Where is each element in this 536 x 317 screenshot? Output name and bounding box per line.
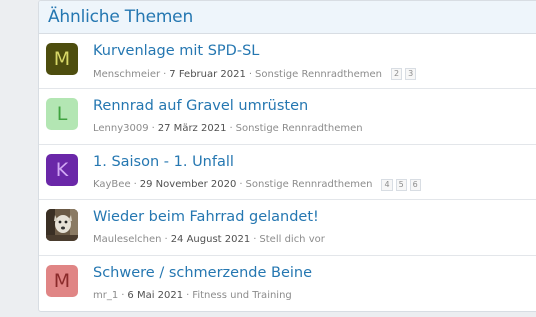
dog-photo-icon [46,209,78,242]
thread-date[interactable]: 27 März 2021 [158,123,227,134]
avatar-letter: M [53,48,71,70]
meta-separator: · [133,179,137,191]
page-link[interactable]: 2 [391,68,403,80]
avatar[interactable]: M [46,264,78,297]
thread-meta: mr_1 · 6 Mai 2021 · Fitness und Training [93,290,292,301]
meta-separator: · [229,123,233,135]
page-jump-links: 4 5 6 [381,178,421,191]
avatar[interactable]: K [46,153,78,186]
thread-meta: Lenny3009 · 27 März 2021 · Sonstige Renn… [93,123,363,134]
meta-separator: · [253,234,257,246]
thread-date[interactable]: 24 August 2021 [171,234,251,245]
thread-row: M Schwere / schmerzende Beine mr_1 · 6 M… [39,256,536,311]
meta-separator: · [186,289,190,301]
meta-separator: · [121,289,125,301]
thread-forum-link[interactable]: Fitness und Training [192,290,291,301]
thread-title-link[interactable]: Rennrad auf Gravel umrüsten [93,98,308,114]
thread-author-link[interactable]: Menschmeier [93,69,160,80]
section-title: Ähnliche Themen [39,1,536,34]
page-link[interactable]: 3 [405,68,417,80]
page-link[interactable]: 5 [395,178,407,191]
meta-separator: · [239,179,243,191]
thread-row: Wieder beim Fahrrad gelandet! Mauleselch… [39,200,536,256]
thread-row: M Kurvenlage mit SPD-SL Menschmeier · 7 … [39,34,536,90]
thread-title-link[interactable]: Wieder beim Fahrrad gelandet! [93,209,319,225]
thread-date[interactable]: 29 November 2020 [140,179,237,190]
thread-author-link[interactable]: mr_1 [93,290,118,301]
thread-author-link[interactable]: Mauleselchen [93,234,162,245]
thread-forum-link[interactable]: Sonstige Rennradthemen [255,69,382,80]
thread-row: L Rennrad auf Gravel umrüsten Lenny3009 … [39,89,536,145]
similar-threads-block: Ähnliche Themen M Kurvenlage mit SPD-SL … [38,0,536,312]
thread-forum-link[interactable]: Sonstige Rennradthemen [236,123,363,134]
avatar[interactable]: L [46,98,78,131]
avatar-photo[interactable] [46,209,78,242]
thread-title-link[interactable]: 1. Saison - 1. Unfall [93,154,234,170]
avatar-letter: K [55,158,69,181]
avatar[interactable]: M [46,43,78,75]
avatar-letter: L [56,103,68,126]
meta-separator: · [163,68,167,80]
thread-row: K 1. Saison - 1. Unfall KayBee · 29 Nove… [39,145,536,201]
meta-separator: · [248,68,253,80]
thread-title-link[interactable]: Schwere / schmerzende Beine [93,265,312,281]
page-jump-links: 2 3 [391,68,417,80]
thread-meta: KayBee · 29 November 2020 · Sonstige Ren… [93,178,421,191]
thread-forum-link[interactable]: Sonstige Rennradthemen [246,179,373,190]
thread-author-link[interactable]: KayBee [93,179,131,190]
thread-forum-link[interactable]: Stell dich vor [259,234,324,245]
page-link[interactable]: 6 [409,178,421,191]
thread-title-link[interactable]: Kurvenlage mit SPD-SL [93,43,259,59]
page-link[interactable]: 4 [381,178,393,191]
thread-meta: Menschmeier · 7 Februar 2021 · Sonstige … [93,68,417,80]
meta-separator: · [164,234,168,246]
thread-author-link[interactable]: Lenny3009 [93,123,149,134]
thread-meta: Mauleselchen · 24 August 2021 · Stell di… [93,234,325,245]
thread-date[interactable]: 7 Februar 2021 [169,69,246,80]
meta-separator: · [151,123,155,135]
thread-date[interactable]: 6 Mai 2021 [127,290,183,301]
avatar-letter: M [53,269,71,292]
